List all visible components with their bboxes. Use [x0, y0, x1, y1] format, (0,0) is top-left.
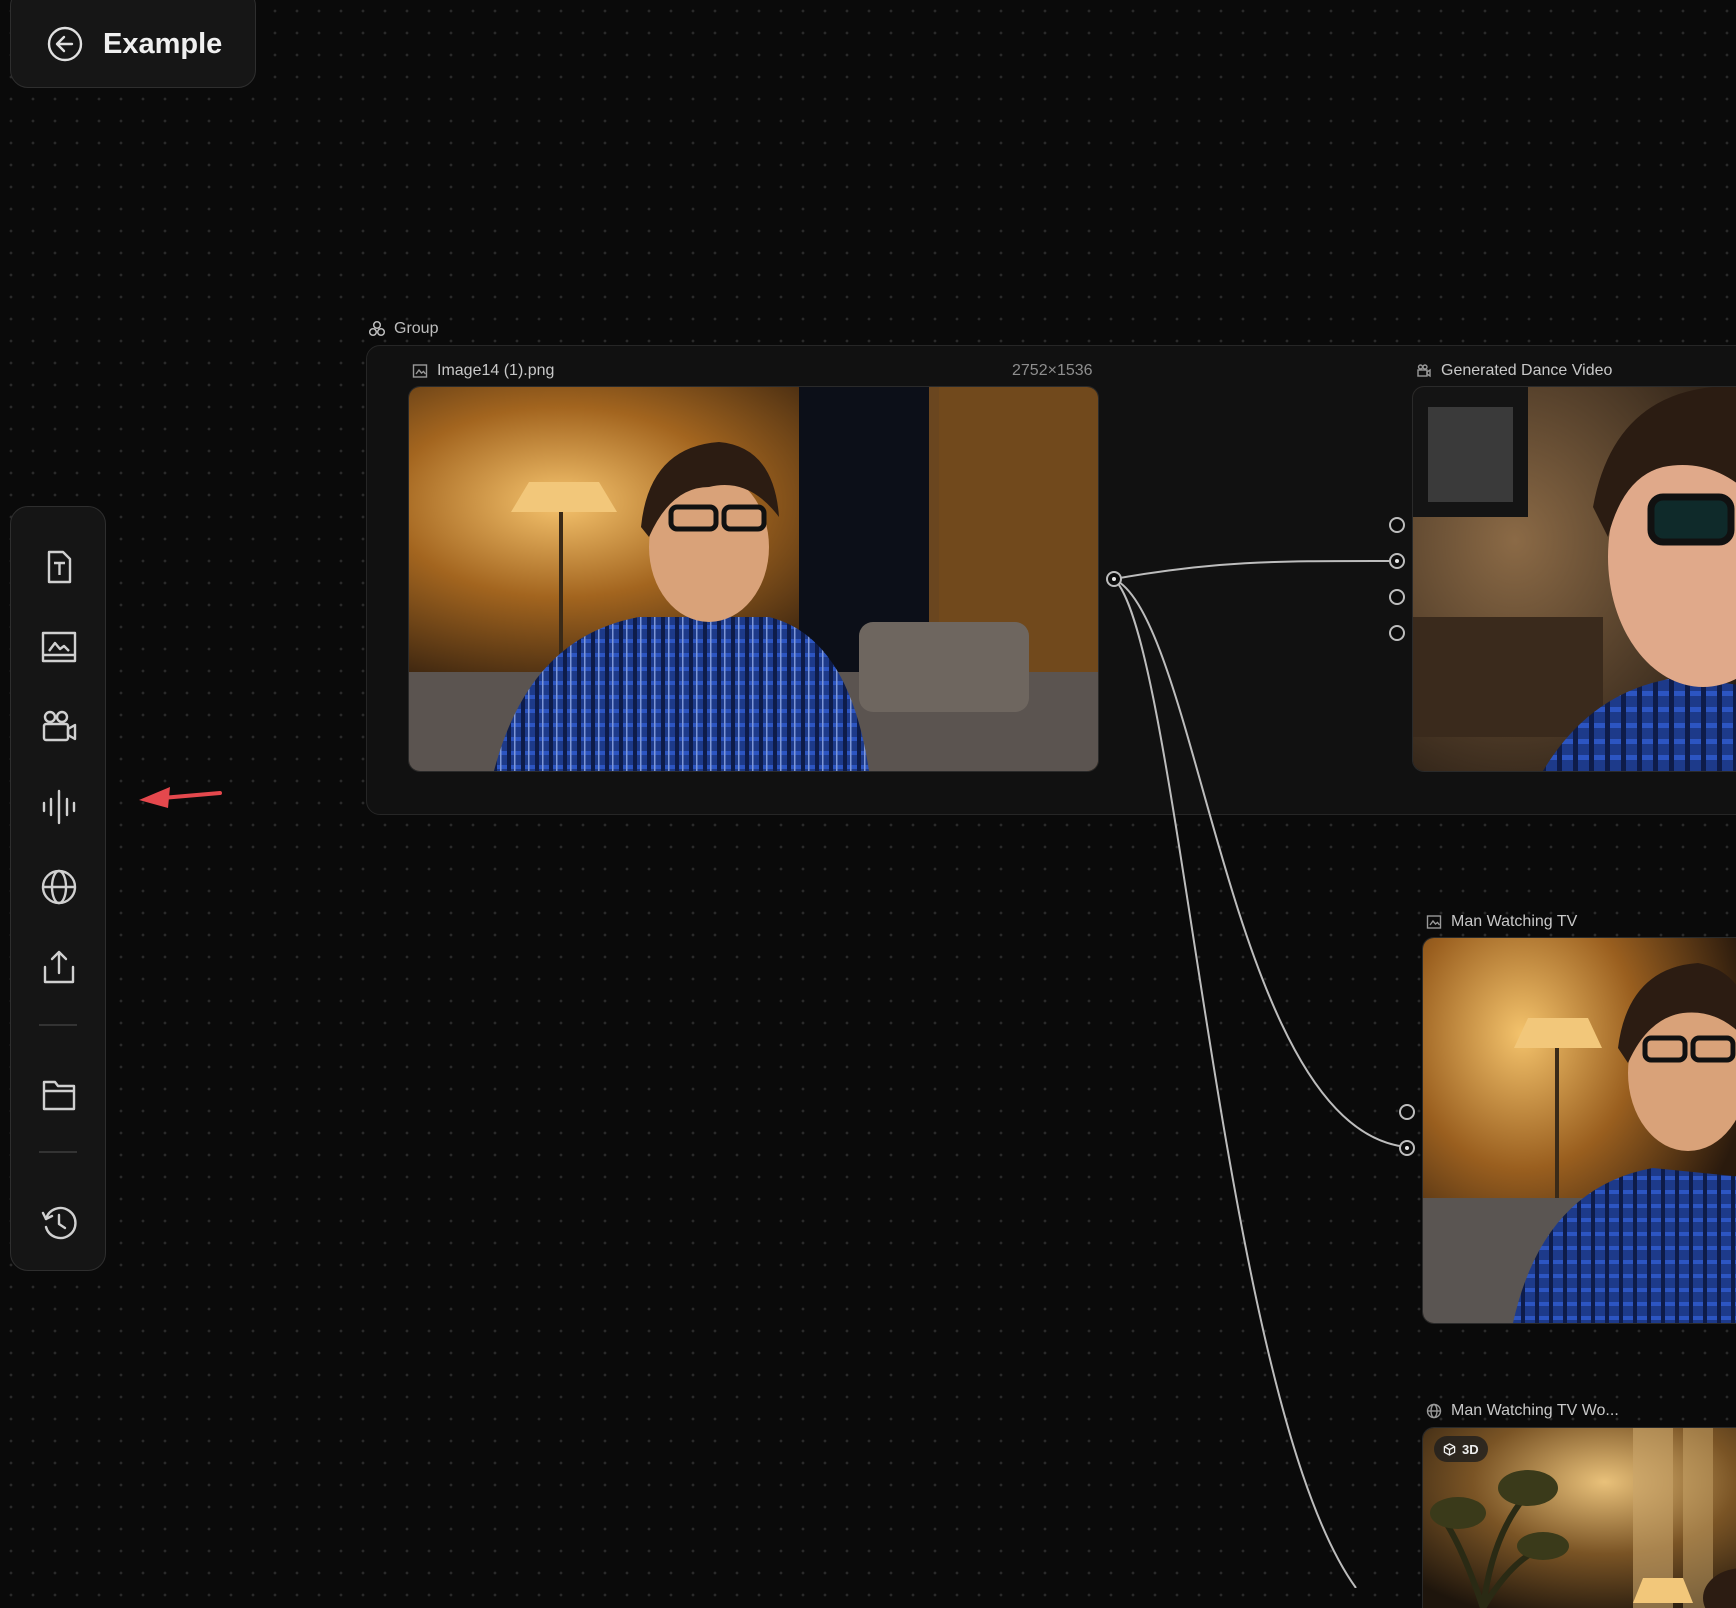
- source-image-filename: Image14 (1).png: [437, 362, 555, 379]
- upload-button[interactable]: [29, 937, 89, 997]
- group-title: Group: [394, 320, 439, 337]
- history-icon: [41, 1206, 77, 1240]
- project-title: Example: [103, 27, 223, 60]
- add-audio-button[interactable]: [29, 777, 89, 837]
- assets-button[interactable]: [29, 1065, 89, 1125]
- audio-waveform-icon: [42, 789, 76, 825]
- group-label[interactable]: Group: [368, 320, 438, 338]
- man-tv-input-port[interactable]: [1399, 1140, 1415, 1156]
- dance-video-input-port[interactable]: [1389, 589, 1405, 605]
- dance-video-card[interactable]: [1412, 386, 1736, 772]
- folder-icon: [42, 1080, 76, 1111]
- dance-video-input-port[interactable]: [1389, 517, 1405, 533]
- toolbar-divider: [39, 1151, 77, 1153]
- video-camera-icon: [42, 710, 77, 742]
- man-tv-world-title: Man Watching TV Wo...: [1451, 1402, 1619, 1419]
- arrow-left-circle-icon: [47, 26, 83, 62]
- add-video-button[interactable]: [29, 697, 89, 757]
- toolbar-divider: [39, 1024, 77, 1026]
- source-image-card[interactable]: [408, 386, 1099, 772]
- man-tv-input-port[interactable]: [1399, 1104, 1415, 1120]
- source-image-output-port[interactable]: [1106, 571, 1122, 587]
- add-world-button[interactable]: [29, 857, 89, 917]
- project-header: Example: [10, 0, 256, 88]
- source-image-node-title: Image14 (1).png: [412, 362, 554, 380]
- tool-sidebar: [10, 506, 106, 1271]
- dance-video-title: Generated Dance Video: [1441, 362, 1613, 379]
- annotation-arrow: [139, 787, 222, 808]
- source-image-preview: [409, 387, 1098, 771]
- cube-icon: [1443, 1442, 1456, 1456]
- dance-video-input-port[interactable]: [1389, 553, 1405, 569]
- upload-icon: [43, 950, 75, 984]
- dance-video-input-port[interactable]: [1389, 625, 1405, 641]
- 3d-badge: 3D: [1434, 1436, 1488, 1462]
- globe-icon: [1426, 1403, 1442, 1419]
- man-tv-card[interactable]: [1422, 937, 1736, 1324]
- history-button[interactable]: [29, 1193, 89, 1253]
- image-icon: [1426, 915, 1442, 929]
- 3d-badge-label: 3D: [1462, 1441, 1479, 1457]
- add-image-button[interactable]: [29, 617, 89, 677]
- back-button[interactable]: [45, 24, 85, 64]
- dance-video-preview: [1413, 387, 1736, 771]
- video-camera-icon: [1417, 364, 1431, 378]
- image-icon: [41, 631, 77, 663]
- add-text-button[interactable]: [29, 537, 89, 597]
- source-image-dimensions: 2752×1536: [1012, 362, 1093, 379]
- image-icon: [412, 364, 428, 378]
- group-icon: [368, 320, 386, 337]
- dance-video-node-title: Generated Dance Video: [1416, 362, 1612, 380]
- text-box-icon: [47, 550, 72, 584]
- man-tv-world-node-title: Man Watching TV Wo...: [1426, 1402, 1619, 1420]
- man-tv-title: Man Watching TV: [1451, 913, 1578, 930]
- man-tv-preview: [1423, 938, 1736, 1323]
- globe-icon: [41, 869, 77, 905]
- man-tv-node-title: Man Watching TV: [1426, 913, 1577, 931]
